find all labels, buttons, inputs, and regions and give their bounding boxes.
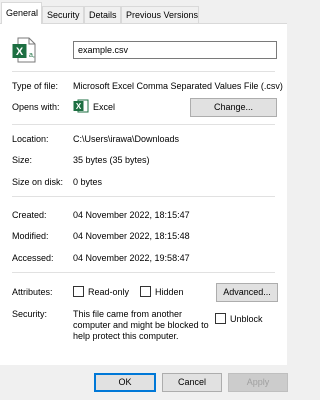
read-only-label: Read-only [88, 287, 130, 297]
svg-text:X: X [76, 102, 82, 111]
security-label: Security: [12, 309, 48, 319]
tab-previous-versions[interactable]: Previous Versions [121, 6, 199, 23]
location-label: Location: [12, 134, 49, 144]
read-only-checkbox[interactable] [73, 286, 84, 297]
type-of-file-value: Microsoft Excel Comma Separated Values F… [73, 81, 283, 91]
ok-button[interactable]: OK [94, 373, 156, 392]
accessed-value: 04 November 2022, 19:58:47 [73, 253, 190, 263]
unblock-label: Unblock [230, 314, 263, 324]
hidden-checkbox[interactable] [140, 286, 151, 297]
separator [12, 124, 275, 125]
security-text-line-1: This file came from another [73, 309, 183, 319]
location-value: C:\Users\irawa\Downloads [73, 134, 180, 144]
dialog-footer: OK Cancel Apply [0, 365, 288, 400]
tab-general[interactable]: General [1, 2, 42, 24]
opens-with-label: Opens with: [12, 102, 60, 112]
cancel-button[interactable]: Cancel [162, 373, 222, 392]
apply-button[interactable]: Apply [228, 373, 288, 392]
attributes-label: Attributes: [12, 287, 53, 297]
modified-label: Modified: [12, 231, 49, 241]
svg-text:a,: a, [29, 52, 35, 59]
hidden-label: Hidden [155, 287, 184, 297]
opens-with-value: Excel [93, 102, 116, 112]
excel-app-icon: X [73, 99, 89, 113]
advanced-button[interactable]: Advanced... [216, 283, 278, 302]
separator [12, 196, 275, 197]
created-value: 04 November 2022, 18:15:47 [73, 210, 190, 220]
security-text-line-3: help protect this computer. [73, 331, 179, 341]
size-on-disk-value: 0 bytes [73, 177, 103, 187]
size-on-disk-label: Size on disk: [12, 177, 64, 187]
type-of-file-label: Type of file: [12, 81, 59, 91]
modified-value: 04 November 2022, 18:15:48 [73, 231, 190, 241]
general-panel: X a, example.csv Type of file: Microsoft… [0, 23, 287, 365]
tab-strip: General Security Details Previous Versio… [0, 0, 287, 24]
security-text-line-2: computer and might be blocked to [73, 320, 209, 330]
size-value: 35 bytes (35 bytes) [73, 155, 150, 165]
tab-details[interactable]: Details [84, 6, 121, 23]
change-button[interactable]: Change... [190, 98, 277, 117]
file-name-field[interactable]: example.csv [73, 41, 277, 59]
separator [12, 272, 275, 273]
svg-text:X: X [16, 46, 24, 58]
tab-security[interactable]: Security [42, 6, 84, 23]
separator [12, 71, 275, 72]
unblock-checkbox[interactable] [215, 313, 226, 324]
accessed-label: Accessed: [12, 253, 54, 263]
excel-csv-file-icon: X a, [12, 37, 36, 63]
created-label: Created: [12, 210, 47, 220]
size-label: Size: [12, 155, 33, 165]
